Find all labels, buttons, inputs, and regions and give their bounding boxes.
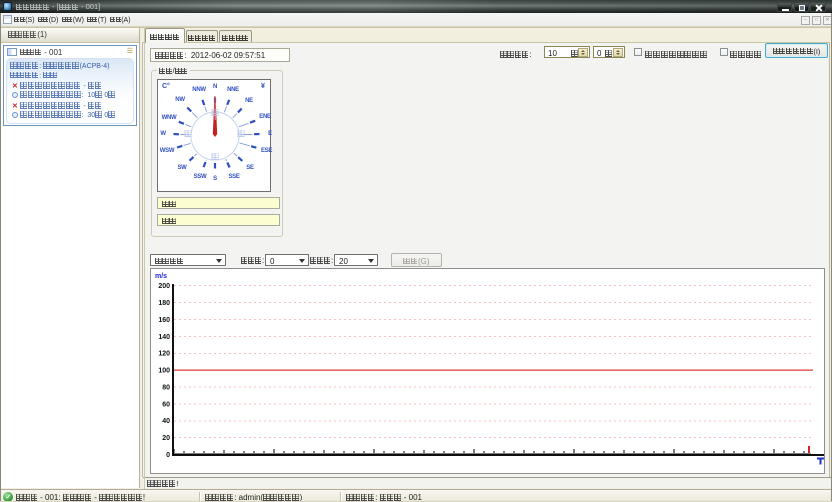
svg-text:100: 100 [158,368,170,375]
svg-text:0: 0 [166,452,170,459]
svg-text:20: 20 [162,435,170,442]
svg-text:40: 40 [162,418,170,425]
svg-text:m/s: m/s [155,273,167,280]
svg-text:120: 120 [158,351,170,358]
svg-text:60: 60 [162,401,170,408]
svg-text:140: 140 [158,334,170,341]
svg-text:160: 160 [158,317,170,324]
svg-text:200: 200 [158,283,170,290]
svg-text:80: 80 [162,384,170,391]
svg-text:180: 180 [158,300,170,307]
